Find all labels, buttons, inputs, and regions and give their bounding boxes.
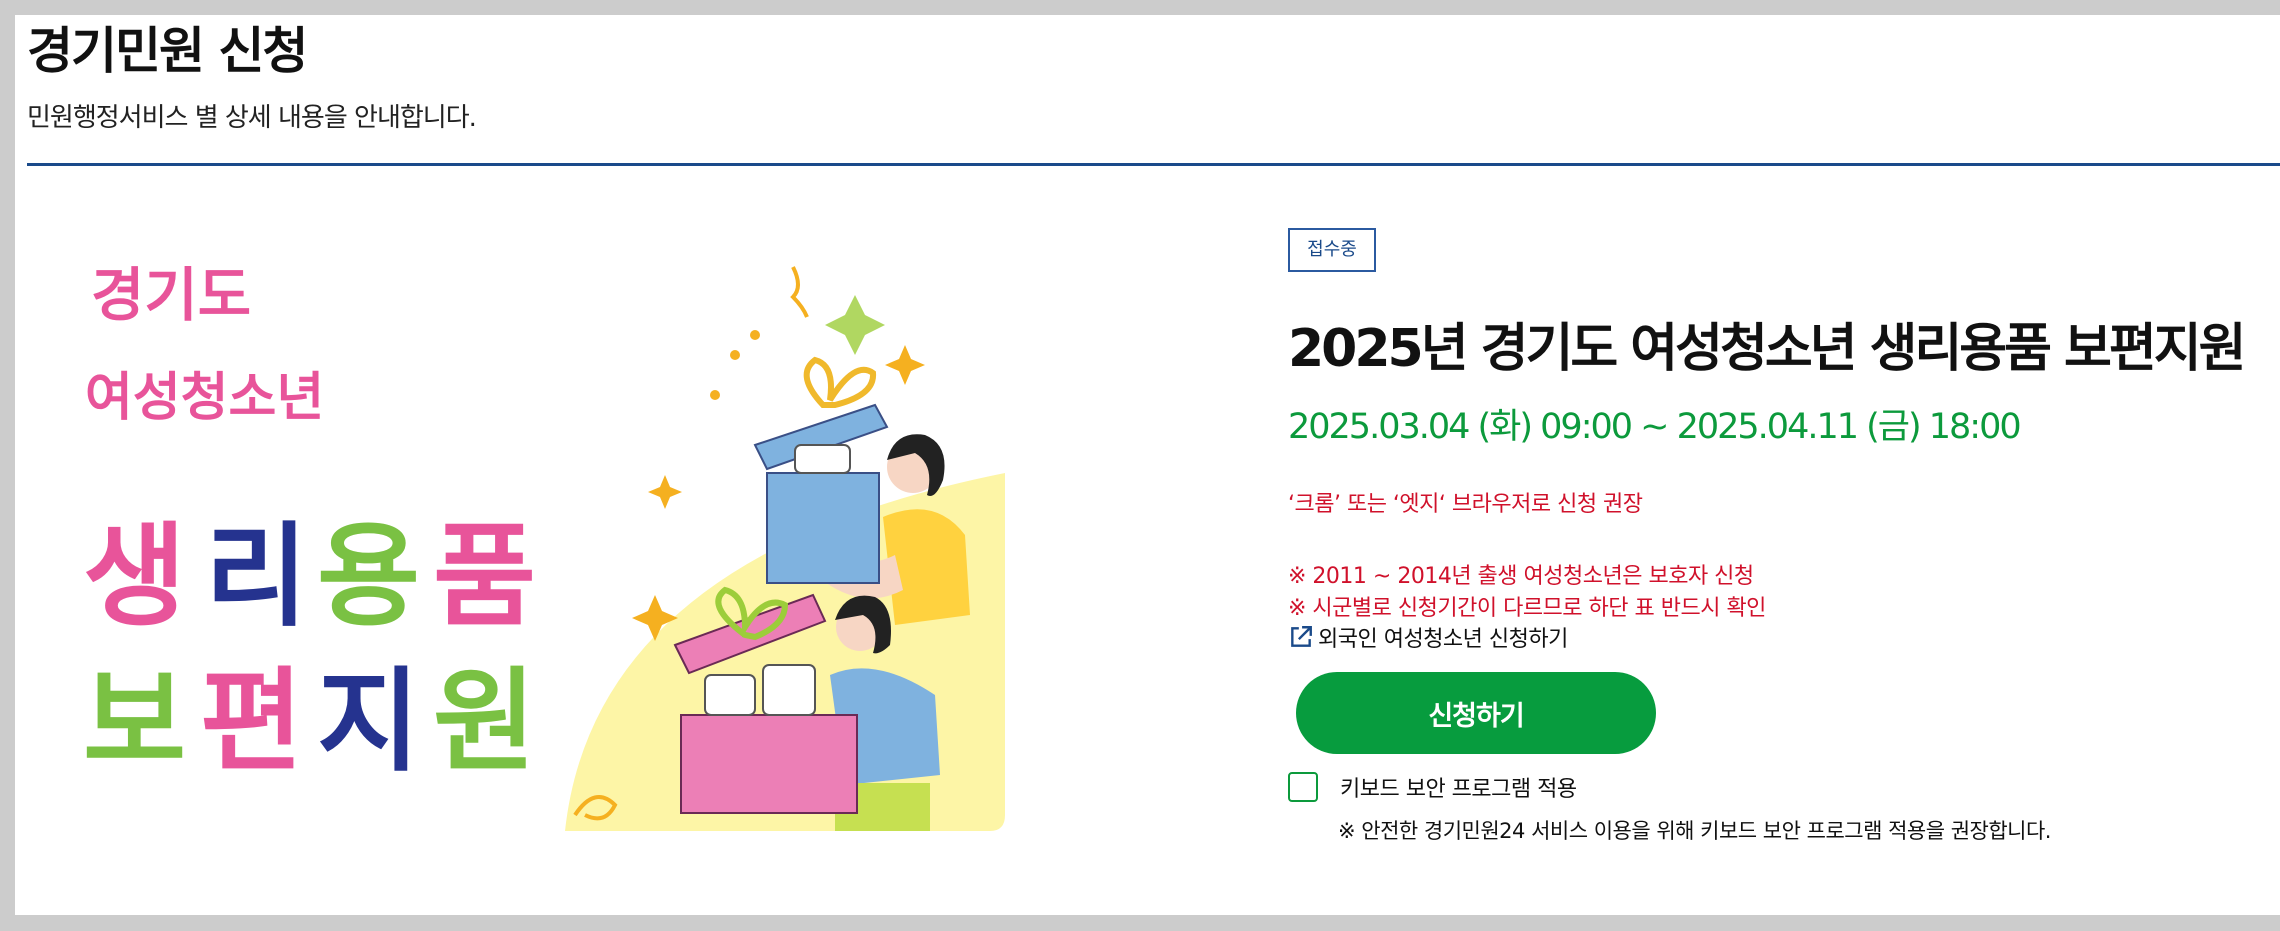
banner-char: 편	[200, 657, 303, 787]
banner-char: 생	[83, 512, 186, 642]
keyboard-security-note: ※ 안전한 경기민원24 서비스 이용을 위해 키보드 보안 프로그램 적용을 …	[1338, 819, 2051, 843]
browser-recommendation: ‘크롬’ 또는 ‘엣지‘ 브라우저로 신청 권장	[1288, 492, 1643, 517]
banner-char: 지	[317, 657, 420, 787]
banner-title-line3: 생 리 용 품	[83, 512, 536, 642]
banner-title-line2: 여성청소년	[85, 368, 324, 428]
banner-illustration: 경기도 여성청소년 생 리 용 품 보 편 지 원	[83, 261, 1005, 831]
page-subtitle: 민원행정서비스 별 상세 내용을 안내합니다.	[27, 103, 477, 133]
banner-char: 품	[433, 512, 536, 642]
status-badge: 접수중	[1288, 228, 1376, 272]
banner-char: 원	[433, 657, 536, 787]
keyboard-security-option: 키보드 보안 프로그램 적용	[1288, 771, 1577, 803]
keyboard-security-label[interactable]: 키보드 보안 프로그램 적용	[1340, 771, 1577, 803]
apply-button[interactable]: 신청하기	[1296, 672, 1656, 754]
foreign-application-link[interactable]: 외국인 여성청소년 신청하기	[1288, 621, 1568, 653]
page-title: 경기민원 신청	[27, 22, 308, 80]
notice-guardian: ※ 2011 ~ 2014년 출생 여성청소년은 보호자 신청	[1288, 564, 1754, 589]
notice-period-check: ※ 시군별로 신청기간이 다르므로 하단 표 반드시 확인	[1288, 596, 1766, 621]
banner-char: 보	[83, 657, 186, 787]
header-divider	[27, 163, 2280, 166]
banner-title-line4: 보 편 지 원	[83, 657, 536, 787]
foreign-link-label: 외국인 여성청소년 신청하기	[1318, 627, 1568, 652]
external-link-icon	[1291, 626, 1312, 647]
banner-char: 용	[317, 512, 420, 642]
keyboard-security-checkbox[interactable]	[1288, 772, 1318, 802]
banner-char: 리	[205, 512, 308, 642]
promo-banner-image: 경기도 여성청소년 생 리 용 품 보 편 지 원	[55, 255, 1015, 835]
service-title: 2025년 경기도 여성청소년 생리용품 보편지원	[1288, 319, 2246, 379]
gift-illustration	[565, 266, 1005, 831]
page-container: 경기민원 신청 민원행정서비스 별 상세 내용을 안내합니다. 경기도 여성청소…	[15, 15, 2280, 915]
application-period: 2025.03.04 (화) 09:00 ~ 2025.04.11 (금) 18…	[1288, 407, 2022, 447]
banner-title-line1: 경기도	[91, 261, 251, 329]
